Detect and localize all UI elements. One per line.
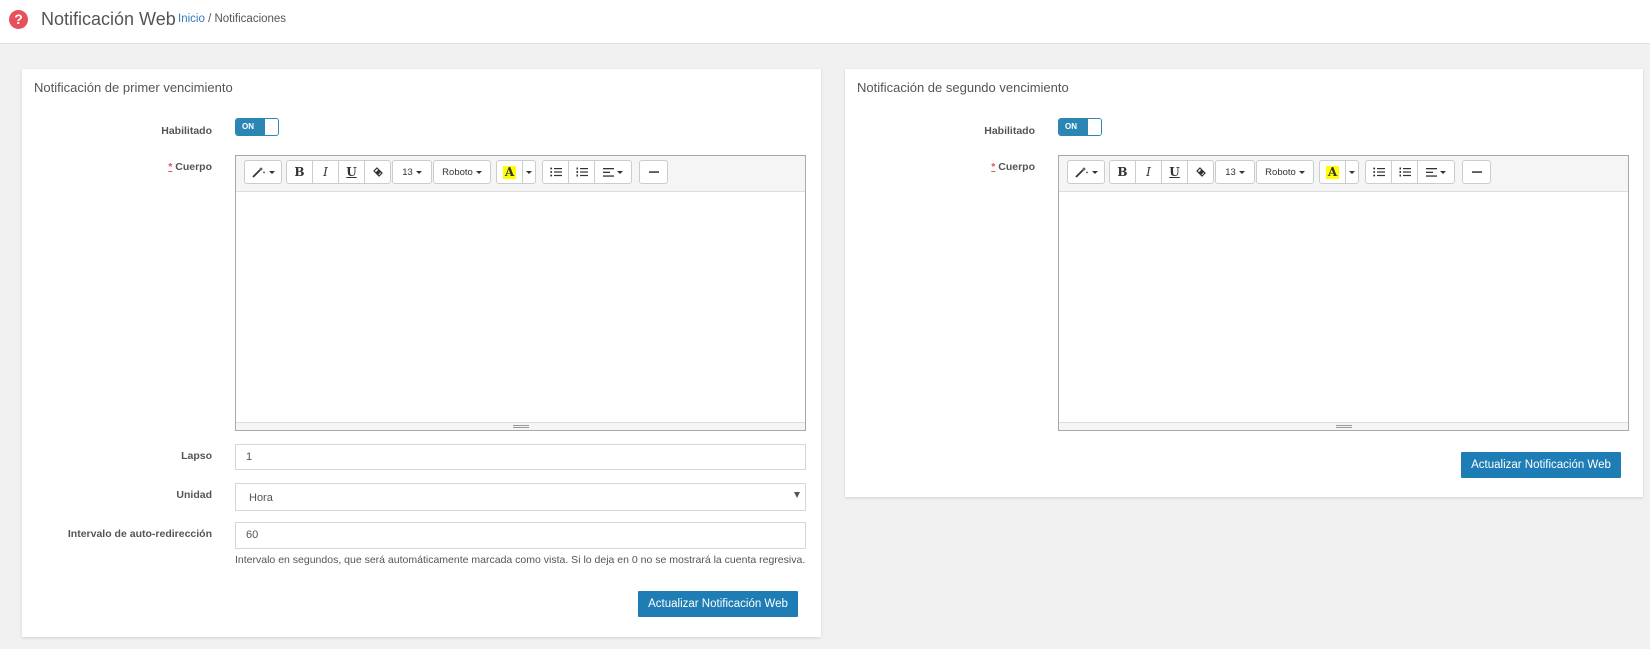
paragraph-group <box>1365 160 1455 184</box>
magic-wand-icon[interactable] <box>244 160 282 184</box>
bold-button[interactable]: B <box>1109 160 1136 184</box>
enabled-label: Habilitado <box>161 125 212 137</box>
editor-toolbar: B I U 13 Roboto A <box>1059 156 1628 192</box>
unordered-list-icon[interactable] <box>542 160 569 184</box>
update-web-notification-button[interactable]: Actualizar Notificación Web <box>1461 452 1621 478</box>
style-group <box>1067 160 1105 184</box>
panel-title: Notificación de segundo vencimiento <box>857 80 1069 95</box>
second-expiry-panel: Notificación de segundo vencimiento Habi… <box>845 69 1643 497</box>
color-sample: A <box>502 164 517 179</box>
toggle-knob <box>264 119 278 135</box>
font-size-group: 13 <box>1215 160 1255 184</box>
lapse-label: Lapso <box>181 450 212 462</box>
breadcrumb-home-link[interactable]: Inicio <box>178 13 205 25</box>
toggle-on-label: ON <box>1059 119 1088 135</box>
question-circle-icon[interactable]: ? <box>9 10 28 29</box>
breadcrumb-current: Notificaciones <box>214 13 287 25</box>
breadcrumb: Inicio / Notificaciones <box>178 13 286 25</box>
unordered-list-icon[interactable] <box>1365 160 1392 184</box>
page-title: Notificación Web <box>41 9 176 29</box>
color-dropdown-toggle[interactable] <box>1345 160 1359 184</box>
color-dropdown-toggle[interactable] <box>522 160 536 184</box>
underline-button[interactable]: U <box>1161 160 1188 184</box>
paragraph-group <box>542 160 632 184</box>
editor-content-area[interactable] <box>236 192 805 422</box>
font-size-dropdown[interactable]: 13 <box>392 160 432 184</box>
text-color-button[interactable]: A <box>1319 160 1346 184</box>
required-mark: * <box>991 161 996 173</box>
eraser-icon[interactable] <box>364 160 391 184</box>
text-color-button[interactable]: A <box>496 160 523 184</box>
underline-button[interactable]: U <box>338 160 365 184</box>
insert-group <box>639 160 668 184</box>
font-name-dropdown[interactable]: Roboto <box>433 160 491 184</box>
select-arrow-icon <box>794 492 800 498</box>
body-editor: B I U 13 Roboto A <box>235 155 806 431</box>
unit-label: Unidad <box>176 489 212 501</box>
font-size-value: 13 <box>1225 166 1236 178</box>
enabled-toggle[interactable]: ON <box>1058 118 1102 136</box>
body-label: * Cuerpo <box>12 161 212 173</box>
first-expiry-panel: Notificación de primer vencimiento Habil… <box>22 69 821 637</box>
resize-grip-icon[interactable] <box>1335 425 1352 428</box>
editor-content-area[interactable] <box>1059 192 1628 422</box>
font-name-value: Roboto <box>442 166 473 178</box>
format-group: B I U <box>1109 160 1214 184</box>
color-group: A <box>1319 160 1359 184</box>
align-left-icon[interactable] <box>594 160 632 184</box>
font-name-value: Roboto <box>1265 166 1296 178</box>
italic-button[interactable]: I <box>1135 160 1162 184</box>
panel-title: Notificación de primer vencimiento <box>34 80 233 95</box>
italic-button[interactable]: I <box>312 160 339 184</box>
unit-selected-value: Hora <box>249 492 273 504</box>
body-label-text: Cuerpo <box>998 161 1035 173</box>
editor-toolbar: B I U 13 Roboto A <box>236 156 805 192</box>
enabled-toggle[interactable]: ON <box>235 118 279 136</box>
unit-select[interactable]: Hora <box>235 483 806 511</box>
toggle-on-label: ON <box>236 119 265 135</box>
interval-input[interactable]: 60 <box>235 522 806 549</box>
format-group: B I U <box>286 160 391 184</box>
interval-help-text: Intervalo en segundos, que será automáti… <box>235 554 806 566</box>
font-size-value: 13 <box>402 166 413 178</box>
bold-button[interactable]: B <box>286 160 313 184</box>
insert-group <box>1462 160 1491 184</box>
breadcrumb-separator: / <box>208 13 212 25</box>
align-left-icon[interactable] <box>1417 160 1455 184</box>
font-name-group: Roboto <box>433 160 491 184</box>
resize-grip-icon[interactable] <box>512 425 529 428</box>
lapse-input[interactable]: 1 <box>235 444 806 470</box>
editor-resize-bar[interactable] <box>1059 422 1628 430</box>
body-label-text: Cuerpo <box>175 161 212 173</box>
toggle-knob <box>1087 119 1101 135</box>
style-group <box>244 160 282 184</box>
body-label: * Cuerpo <box>835 161 1035 173</box>
color-group: A <box>496 160 536 184</box>
ordered-list-icon[interactable] <box>568 160 595 184</box>
update-web-notification-button[interactable]: Actualizar Notificación Web <box>638 591 798 617</box>
eraser-icon[interactable] <box>1187 160 1214 184</box>
horizontal-rule-icon[interactable] <box>639 160 668 184</box>
font-name-group: Roboto <box>1256 160 1314 184</box>
font-size-dropdown[interactable]: 13 <box>1215 160 1255 184</box>
color-sample: A <box>1325 164 1340 179</box>
magic-wand-icon[interactable] <box>1067 160 1105 184</box>
font-size-group: 13 <box>392 160 432 184</box>
ordered-list-icon[interactable] <box>1391 160 1418 184</box>
interval-label: Intervalo de auto-redirección <box>67 528 212 540</box>
required-mark: * <box>168 161 173 173</box>
font-name-dropdown[interactable]: Roboto <box>1256 160 1314 184</box>
enabled-label: Habilitado <box>984 125 1035 137</box>
top-bar: ? Notificación Web Inicio / Notificacion… <box>0 0 1650 44</box>
editor-resize-bar[interactable] <box>236 422 805 430</box>
body-editor: B I U 13 Roboto A <box>1058 155 1629 431</box>
horizontal-rule-icon[interactable] <box>1462 160 1491 184</box>
